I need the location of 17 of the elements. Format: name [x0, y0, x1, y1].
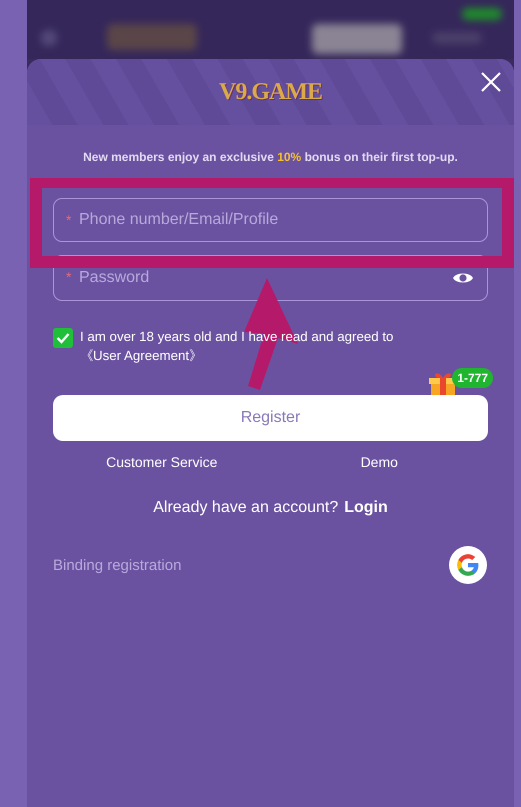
binding-label: Binding registration	[53, 556, 182, 574]
agreement-link[interactable]: 《User Agreement》	[80, 348, 202, 363]
check-icon	[56, 332, 70, 344]
google-icon	[455, 552, 481, 578]
required-mark: *	[66, 270, 72, 284]
footer-link[interactable]: Customer Service	[53, 454, 270, 470]
account-prompt: Already have an account?	[153, 499, 338, 517]
agreement-text: I am over 18 years old and I have read and agreed to 《User Agreement》	[80, 328, 394, 365]
register-button[interactable]: Register	[53, 395, 488, 441]
promo-text: New members enjoy an exclusive 10% bonus on their first top-up.	[82, 150, 459, 164]
gift-badge: 1-777	[452, 368, 493, 388]
google-button[interactable]	[449, 546, 487, 584]
footer-link[interactable]: Demo	[270, 454, 488, 470]
required-mark: *	[66, 213, 72, 227]
login-link[interactable]: Login	[344, 499, 388, 517]
logo: V9.GAME	[219, 78, 322, 106]
checkbox[interactable]	[53, 328, 73, 348]
